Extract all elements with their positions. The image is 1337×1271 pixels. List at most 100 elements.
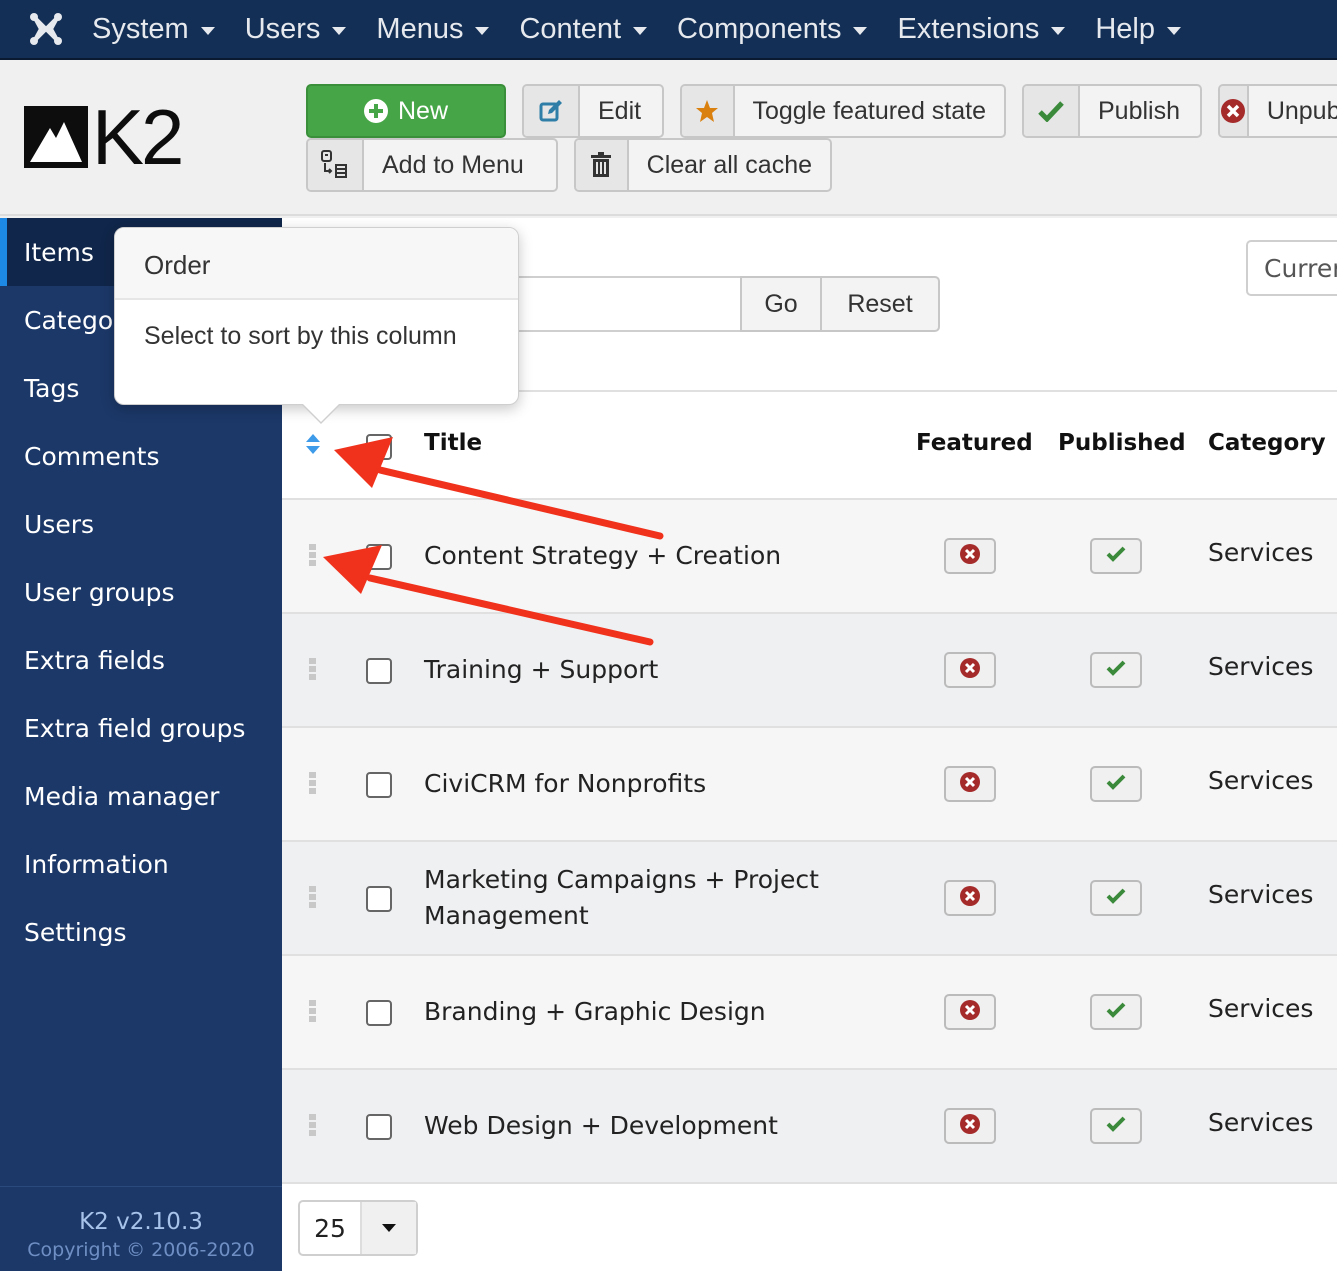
- published-toggle[interactable]: [1090, 766, 1142, 802]
- caret-down-icon: [362, 1202, 416, 1254]
- caret-down-icon: [1051, 27, 1066, 35]
- row-checkbox[interactable]: [366, 886, 392, 912]
- sidebar-item-media-manager[interactable]: Media manager: [0, 762, 282, 830]
- edit-button-label: Edit: [598, 96, 642, 125]
- column-title[interactable]: Title: [424, 430, 482, 456]
- nav-users[interactable]: Users: [245, 13, 347, 46]
- sidebar-item-information[interactable]: Information: [0, 830, 282, 898]
- reset-button[interactable]: Reset: [820, 276, 940, 332]
- caret-down-icon: [1167, 27, 1181, 35]
- x-circle-icon: [960, 1114, 980, 1138]
- featured-toggle[interactable]: [944, 1108, 996, 1144]
- toolbar-header: K2 New Edit Toggle featured state Publis: [0, 62, 1337, 216]
- category-cell: Services: [1208, 538, 1314, 567]
- add-to-menu-button[interactable]: Add to Menu: [306, 138, 558, 192]
- check-icon: [1106, 774, 1126, 794]
- featured-toggle[interactable]: [944, 766, 996, 802]
- row-checkbox[interactable]: [366, 772, 392, 798]
- sidebar-item-label: Media manager: [24, 781, 220, 811]
- plus-circle-icon: [363, 99, 388, 123]
- sidebar-item-users[interactable]: Users: [0, 490, 282, 558]
- item-title-link[interactable]: Training + Support: [424, 652, 854, 688]
- sidebar-item-extra-field-groups[interactable]: Extra field groups: [0, 694, 282, 762]
- drag-handle-icon[interactable]: [309, 772, 316, 794]
- star-icon: [682, 86, 735, 136]
- category-cell: Services: [1208, 766, 1314, 795]
- tooltip-title: Order: [115, 228, 518, 300]
- table-header: Title Featured Published Category: [282, 390, 1337, 500]
- nav-system[interactable]: System: [92, 13, 215, 46]
- list-limit-select[interactable]: 25: [298, 1200, 418, 1256]
- item-title-link[interactable]: Web Design + Development: [424, 1108, 854, 1144]
- caret-down-icon: [853, 27, 868, 35]
- nav-menus[interactable]: Menus: [376, 13, 490, 46]
- row-checkbox[interactable]: [366, 1114, 392, 1140]
- sidebar-item-label: Items: [24, 237, 94, 267]
- featured-toggle[interactable]: [944, 880, 996, 916]
- publish-button[interactable]: Publish: [1022, 84, 1202, 138]
- nav-users-label: Users: [244, 12, 321, 45]
- row-checkbox[interactable]: [366, 658, 392, 684]
- x-circle-icon: [960, 886, 980, 910]
- joomla-logo-icon[interactable]: [0, 0, 92, 59]
- trash-icon: [576, 140, 629, 190]
- item-title-link[interactable]: Content Strategy + Creation: [424, 538, 854, 574]
- unpublish-button[interactable]: Unpublish: [1218, 84, 1337, 138]
- drag-handle-icon[interactable]: [309, 1000, 316, 1022]
- clear-cache-button[interactable]: Clear all cache: [574, 138, 832, 192]
- published-toggle[interactable]: [1090, 994, 1142, 1030]
- nav-components[interactable]: Components: [677, 13, 868, 46]
- featured-toggle[interactable]: [944, 652, 996, 688]
- k2-logo-text: K2: [92, 93, 184, 181]
- search-input[interactable]: [514, 276, 742, 332]
- published-toggle[interactable]: [1090, 538, 1142, 574]
- k2-mountain-icon: [24, 106, 88, 168]
- published-toggle[interactable]: [1090, 880, 1142, 916]
- column-featured[interactable]: Featured: [916, 430, 1033, 456]
- x-circle-icon: [960, 544, 980, 568]
- item-title-link[interactable]: CiviCRM for Nonprofits: [424, 766, 854, 802]
- sidebar-item-label: Extra fields: [24, 645, 165, 675]
- item-title-link[interactable]: Branding + Graphic Design: [424, 994, 854, 1030]
- check-icon: [1106, 660, 1126, 680]
- edit-icon: [524, 86, 580, 136]
- items-table: Title Featured Published Category Conten…: [282, 390, 1337, 1184]
- featured-toggle[interactable]: [944, 994, 996, 1030]
- column-published[interactable]: Published: [1058, 430, 1186, 456]
- drag-handle-icon[interactable]: [309, 886, 316, 908]
- drag-handle-icon[interactable]: [309, 544, 316, 566]
- select-all-checkbox[interactable]: [366, 434, 392, 460]
- nav-extensions[interactable]: Extensions: [897, 13, 1066, 46]
- x-circle-icon: [960, 1000, 980, 1024]
- sidebar-item-user-groups[interactable]: User groups: [0, 558, 282, 626]
- nav-help[interactable]: Help: [1095, 13, 1181, 46]
- clear-cache-label: Clear all cache: [646, 150, 812, 179]
- featured-toggle[interactable]: [944, 538, 996, 574]
- unpublish-button-label: Unpublish: [1266, 96, 1337, 125]
- category-cell: Services: [1208, 652, 1314, 681]
- item-title-link[interactable]: Marketing Campaigns + Project Management: [424, 862, 844, 934]
- table-row: Content Strategy + Creation Services: [282, 500, 1337, 614]
- sidebar-footer: K2 v2.10.3 Copyright © 2006-2020: [0, 1186, 282, 1271]
- version-text: K2 v2.10.3: [79, 1209, 203, 1235]
- row-checkbox[interactable]: [366, 544, 392, 570]
- table-row: Marketing Campaigns + Project Management…: [282, 842, 1337, 956]
- published-toggle[interactable]: [1090, 652, 1142, 688]
- toggle-featured-button[interactable]: Toggle featured state: [680, 84, 1006, 138]
- drag-handle-icon[interactable]: [309, 1114, 316, 1136]
- column-category[interactable]: Category: [1208, 430, 1326, 456]
- sidebar-item-label: User groups: [24, 577, 175, 607]
- current-filter-select[interactable]: Current: [1246, 240, 1337, 296]
- nav-content[interactable]: Content: [519, 12, 648, 46]
- published-toggle[interactable]: [1090, 1108, 1142, 1144]
- row-checkbox[interactable]: [366, 1000, 392, 1026]
- sort-order-icon[interactable]: [306, 434, 320, 458]
- sidebar-item-comments[interactable]: Comments: [0, 422, 282, 490]
- new-button[interactable]: New: [306, 84, 506, 138]
- sidebar-item-settings[interactable]: Settings: [0, 898, 282, 966]
- drag-handle-icon[interactable]: [309, 658, 316, 680]
- edit-button[interactable]: Edit: [522, 84, 664, 138]
- sidebar-item-extra-fields[interactable]: Extra fields: [0, 626, 282, 694]
- nav-content-label: Content: [519, 12, 622, 45]
- go-button[interactable]: Go: [740, 276, 822, 332]
